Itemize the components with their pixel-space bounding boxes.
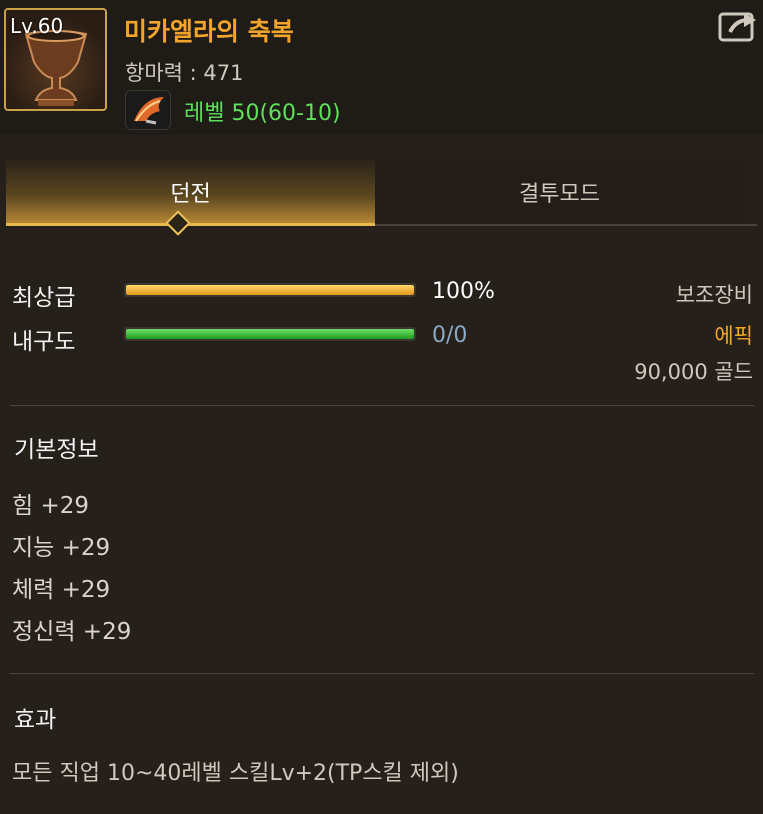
- magic-resist-stat: 항마력 : 471: [125, 61, 244, 85]
- equipment-slot: 보조장비: [675, 283, 753, 307]
- share-icon[interactable]: [718, 10, 758, 42]
- item-price: 90,000 골드: [634, 360, 753, 384]
- tab-active-underline: [6, 223, 375, 226]
- mode-tab-bar: 던전 결투모드: [4, 160, 757, 226]
- grade-bar: [124, 283, 416, 297]
- stat-spirit: 정신력 +29: [12, 619, 132, 645]
- divider-top: [10, 405, 754, 406]
- item-level-badge: Lv.60: [10, 14, 64, 38]
- chalice-icon: [24, 30, 88, 106]
- tab-dungeon[interactable]: 던전: [6, 160, 375, 224]
- grade-label: 최상급: [12, 285, 76, 311]
- durability-label: 내구도: [12, 329, 76, 355]
- durability-bar: [124, 327, 416, 341]
- divider-bottom: [10, 673, 754, 674]
- basic-info-title: 기본정보: [14, 437, 99, 463]
- item-icon-frame: Lv.60: [4, 8, 107, 111]
- tab-duel-mode-label: 결투모드: [519, 182, 600, 207]
- level-requirement: 레벨 50(60-10): [184, 101, 341, 126]
- tab-duel-mode[interactable]: 결투모드: [375, 160, 744, 224]
- tab-divider-line: [375, 224, 757, 226]
- stat-intelligence: 지능 +29: [12, 535, 111, 561]
- item-header: [0, 0, 763, 135]
- stat-vitality: 체력 +29: [12, 577, 111, 603]
- durability-value: 0/0: [432, 323, 468, 348]
- effect-title: 효과: [14, 707, 57, 733]
- grade-bar-fill: [126, 285, 414, 295]
- item-name: 미카엘라의 축복: [124, 17, 294, 46]
- class-feather-icon: [125, 90, 171, 130]
- effect-description: 모든 직업 10~40레벨 스킬Lv+2(TP스킬 제외): [12, 761, 459, 786]
- rarity-epic: 에픽: [714, 324, 753, 348]
- durability-bar-fill: [126, 329, 414, 339]
- grade-value: 100%: [432, 279, 495, 304]
- stat-strength: 힘 +29: [12, 493, 90, 519]
- tab-dungeon-label: 던전: [170, 182, 211, 207]
